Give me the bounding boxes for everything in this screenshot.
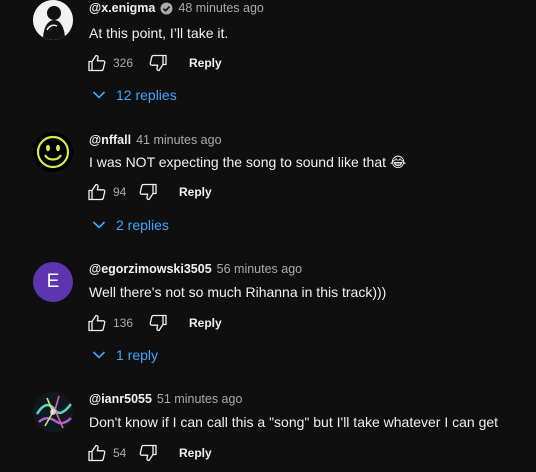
- reply-button[interactable]: Reply: [189, 56, 222, 70]
- chevron-down-icon: [92, 351, 106, 359]
- comment-actions: 136 Reply: [86, 311, 222, 335]
- avatar-letter: E: [46, 271, 60, 292]
- dislike-button[interactable]: [137, 181, 159, 203]
- comment-header: @egorzimowski3505 56 minutes ago: [89, 262, 302, 276]
- like-button[interactable]: [86, 52, 108, 74]
- comment-actions: 54 Reply: [86, 441, 212, 465]
- author-name[interactable]: @ianr5055: [89, 392, 152, 406]
- comment-time[interactable]: 51 minutes ago: [157, 392, 242, 406]
- avatar[interactable]: E: [33, 262, 73, 302]
- comment-header: @nffall 41 minutes ago: [89, 133, 222, 147]
- author-name[interactable]: @x.enigma: [89, 1, 155, 15]
- verified-icon: [160, 2, 173, 14]
- replies-label: 1 reply: [116, 347, 159, 363]
- thumbs-up-icon: [88, 314, 106, 332]
- view-replies-button[interactable]: 1 reply: [92, 347, 158, 363]
- comment-header: @x.enigma 48 minutes ago: [89, 1, 264, 15]
- avatar[interactable]: [33, 0, 73, 40]
- comment-time[interactable]: 48 minutes ago: [178, 1, 263, 15]
- silhouette-icon: [33, 0, 73, 40]
- like-button[interactable]: [86, 442, 108, 464]
- comment-text: Don't know if I can call this a "song" b…: [89, 414, 499, 430]
- thumbs-down-icon: [149, 314, 167, 332]
- thumbs-up-icon: [88, 54, 106, 72]
- thumbs-up-icon: [88, 183, 106, 201]
- thumbs-up-icon: [88, 444, 106, 462]
- dislike-button[interactable]: [147, 52, 169, 74]
- author-name[interactable]: @egorzimowski3505: [89, 262, 212, 276]
- like-count: 326: [113, 56, 134, 70]
- thumbs-down-icon: [149, 54, 167, 72]
- chevron-down-icon: [92, 91, 106, 99]
- comment-actions: 94 Reply: [86, 180, 212, 204]
- replies-label: 12 replies: [116, 87, 177, 103]
- comment-time[interactable]: 56 minutes ago: [217, 262, 302, 276]
- like-button[interactable]: [86, 312, 108, 334]
- thumbs-down-icon: [139, 444, 157, 462]
- comment-text: Well there's not so much Rihanna in this…: [89, 284, 387, 300]
- view-replies-button[interactable]: 12 replies: [92, 87, 177, 103]
- comment-time[interactable]: 41 minutes ago: [136, 133, 221, 147]
- like-count: 94: [113, 185, 127, 199]
- view-replies-button[interactable]: 2 replies: [92, 217, 169, 233]
- like-button[interactable]: [86, 181, 108, 203]
- reply-button[interactable]: Reply: [189, 316, 222, 330]
- avatar[interactable]: [33, 132, 73, 172]
- thumbs-down-icon: [139, 183, 157, 201]
- like-count: 54: [113, 446, 127, 460]
- comment-text: I was NOT expecting the song to sound li…: [89, 154, 407, 170]
- smiley-face-icon: [33, 132, 73, 172]
- abstract-art-icon: [33, 392, 73, 432]
- comment-text: At this point, I’ll take it.: [89, 25, 229, 41]
- replies-label: 2 replies: [116, 217, 169, 233]
- like-count: 136: [113, 316, 134, 330]
- chevron-down-icon: [92, 221, 106, 229]
- author-name[interactable]: @nffall: [89, 133, 131, 147]
- reply-button[interactable]: Reply: [179, 446, 212, 460]
- comment-actions: 326 Reply: [86, 51, 222, 75]
- dislike-button[interactable]: [137, 442, 159, 464]
- dislike-button[interactable]: [147, 312, 169, 334]
- avatar[interactable]: [33, 392, 73, 432]
- comment-header: @ianr5055 51 minutes ago: [89, 392, 242, 406]
- reply-button[interactable]: Reply: [179, 185, 212, 199]
